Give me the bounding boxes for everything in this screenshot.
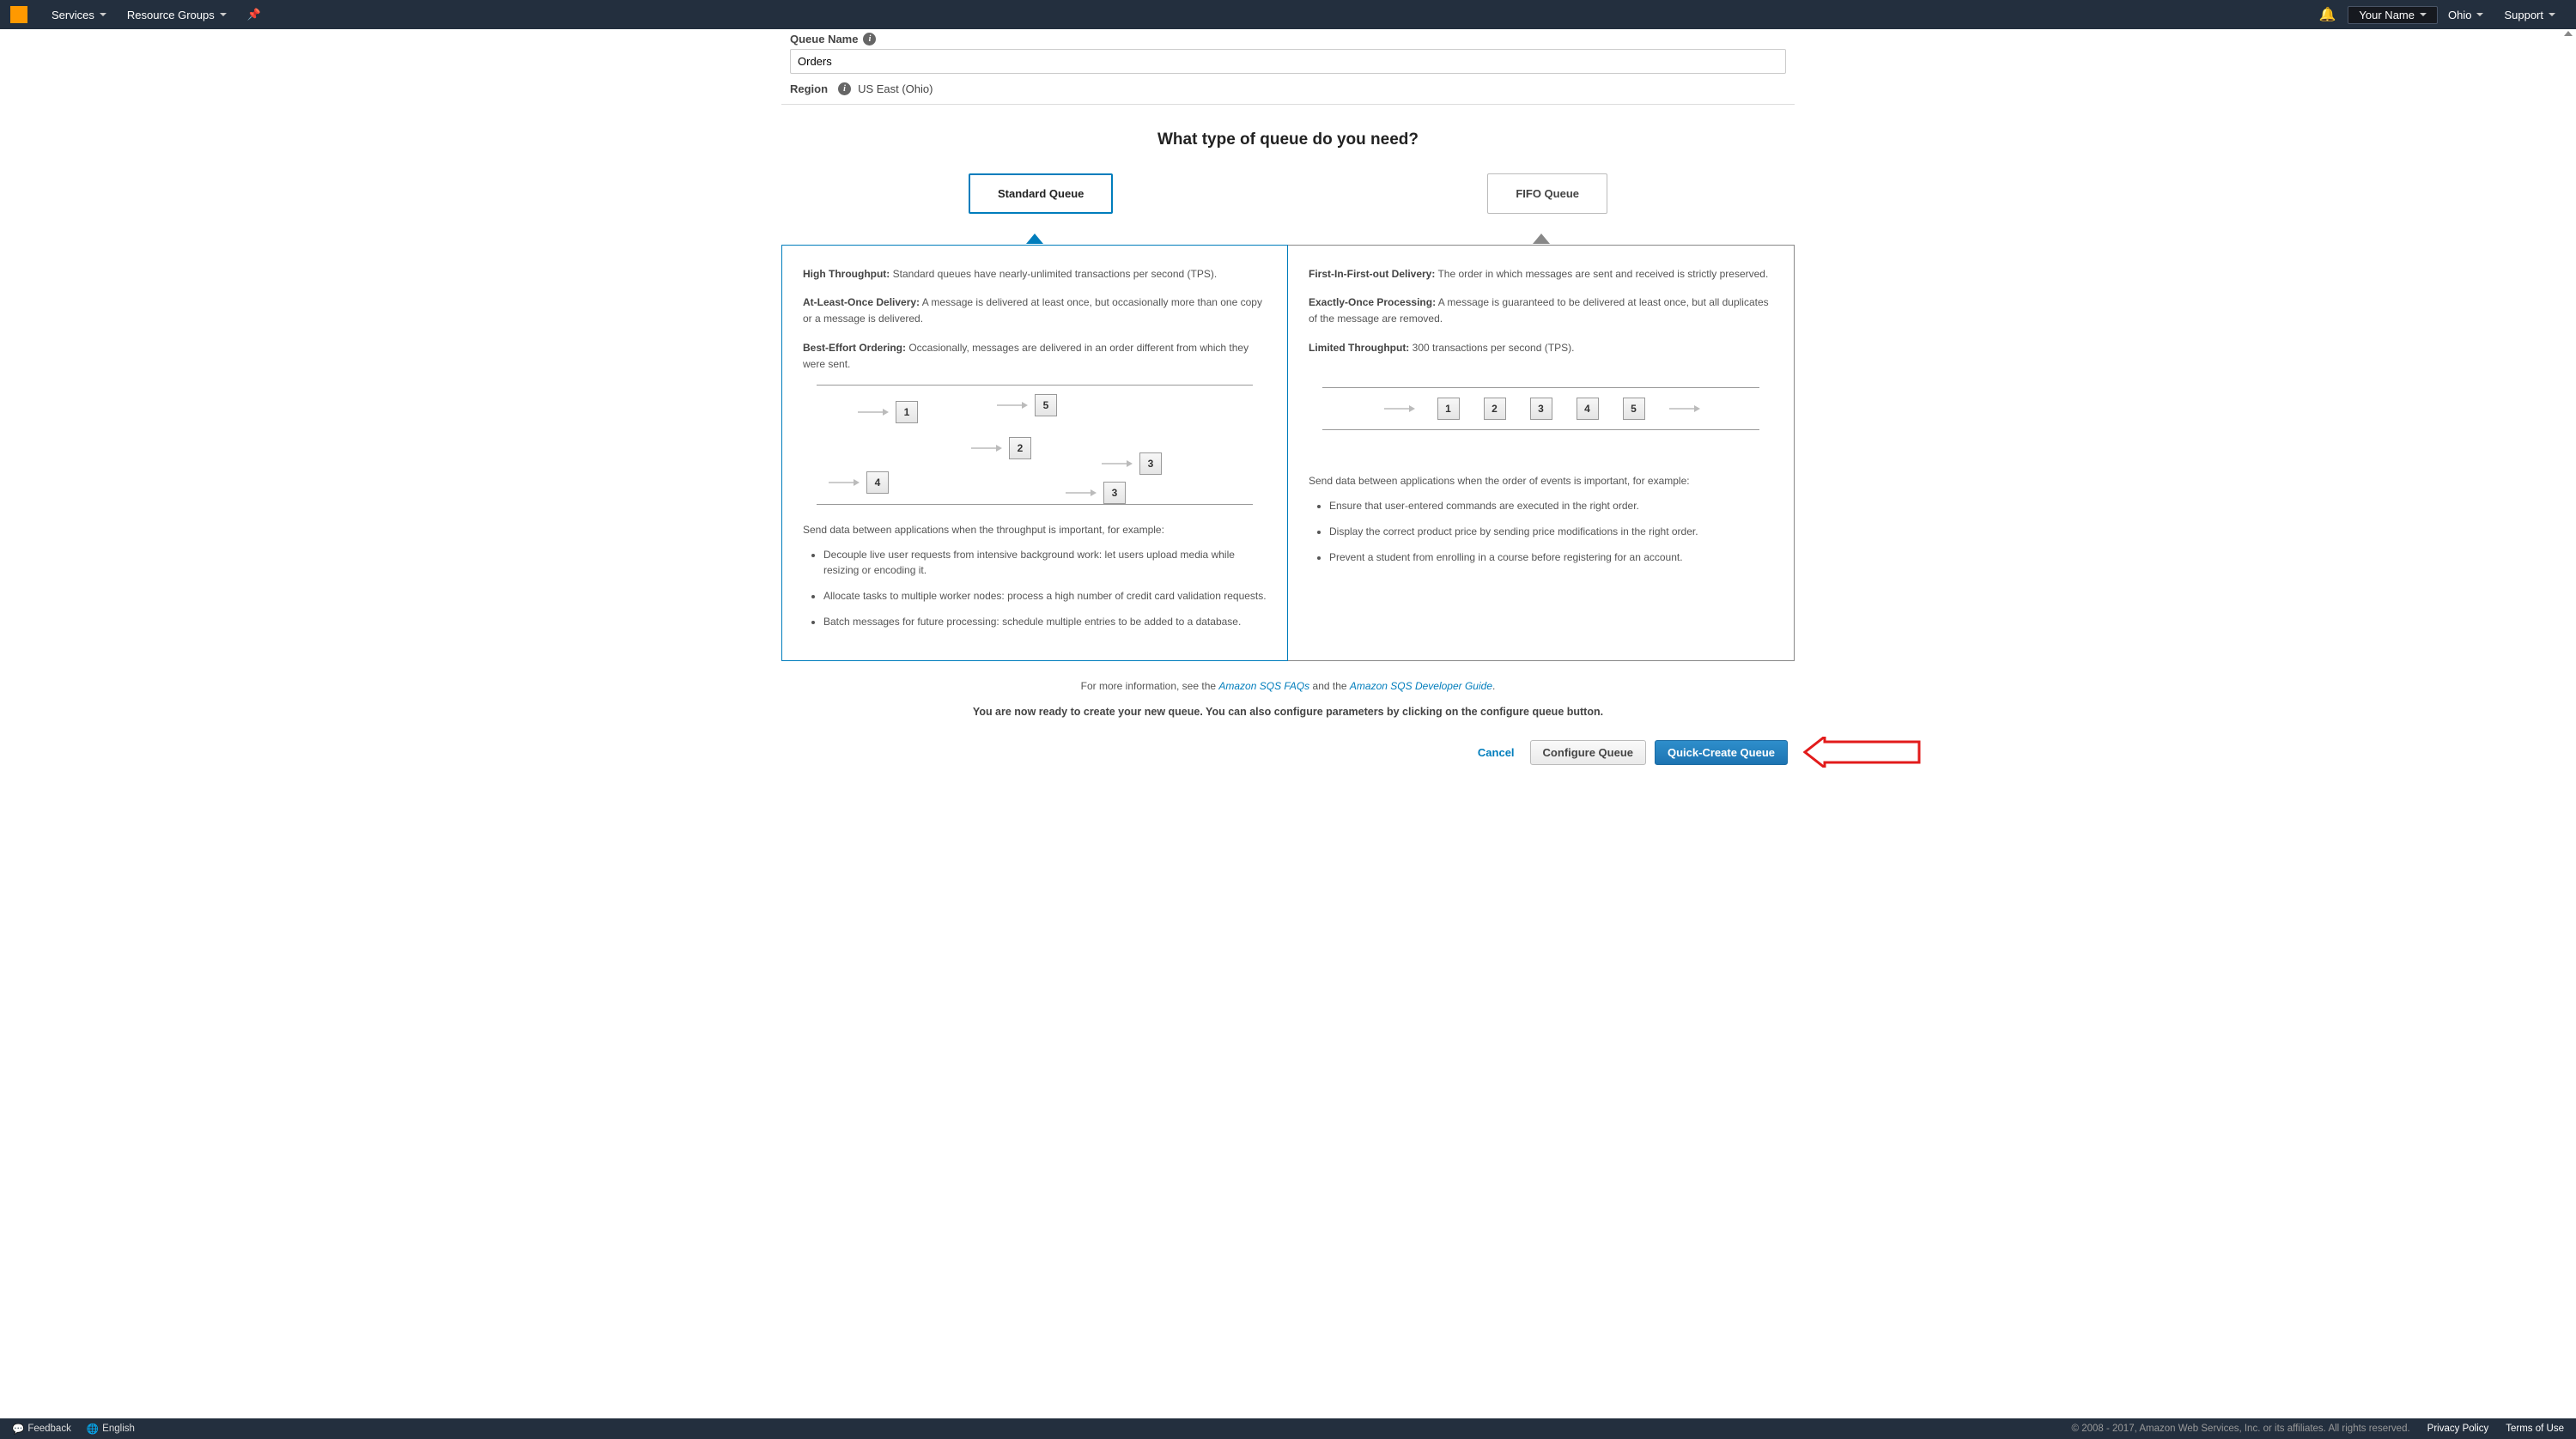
- bottom-bar: 💬 Feedback 🌐 English © 2008 - 2017, Amaz…: [0, 1418, 2576, 1439]
- notifications-icon[interactable]: 🔔: [2307, 6, 2348, 23]
- standard-queue-button[interactable]: Standard Queue: [969, 173, 1113, 214]
- fifo-queue-panel: First-In-First-out Delivery: The order i…: [1288, 245, 1795, 661]
- info-icon[interactable]: i: [863, 33, 876, 46]
- resource-groups-menu[interactable]: Resource Groups: [117, 9, 237, 21]
- feedback-link[interactable]: 💬 Feedback: [12, 1423, 71, 1435]
- chevron-down-icon: [2476, 13, 2483, 16]
- action-buttons: Cancel Configure Queue Quick-Create Queu…: [781, 740, 1795, 765]
- cancel-button[interactable]: Cancel: [1478, 746, 1515, 759]
- configure-queue-button[interactable]: Configure Queue: [1530, 740, 1646, 765]
- region-label: Region: [790, 82, 828, 95]
- standard-queue-panel: High Throughput: Standard queues have ne…: [781, 245, 1288, 661]
- chevron-down-icon: [2549, 13, 2555, 16]
- services-menu[interactable]: Services: [41, 9, 117, 21]
- pointer-icon: [1533, 234, 1550, 244]
- standard-diagram: 1 5 2 3 4 3: [817, 385, 1253, 505]
- aws-logo-icon[interactable]: [10, 6, 27, 23]
- annotation-arrow-icon: [1803, 737, 1923, 768]
- standard-use-cases-list: Decouple live user requests from intensi…: [803, 547, 1267, 629]
- info-icon[interactable]: i: [838, 82, 851, 95]
- chevron-down-icon: [100, 13, 106, 16]
- page-title: What type of queue do you need?: [781, 131, 1795, 149]
- queue-name-label: Queue Name i: [781, 33, 1795, 49]
- ready-message: You are now ready to create your new que…: [781, 706, 1795, 718]
- language-menu[interactable]: 🌐 English: [87, 1423, 135, 1435]
- sqs-faqs-link[interactable]: Amazon SQS FAQs: [1218, 680, 1309, 692]
- fifo-diagram: 1 2 3 4 5: [1322, 387, 1759, 430]
- footer-info: For more information, see the Amazon SQS…: [781, 680, 1795, 692]
- selected-pointer-icon: [1026, 234, 1043, 244]
- terms-of-use-link[interactable]: Terms of Use: [2506, 1424, 2564, 1434]
- region-row: Region i US East (Ohio): [781, 74, 1795, 105]
- copyright-text: © 2008 - 2017, Amazon Web Services, Inc.…: [2072, 1424, 2410, 1434]
- chevron-down-icon: [220, 13, 227, 16]
- support-menu[interactable]: Support: [2494, 9, 2566, 21]
- region-menu[interactable]: Ohio: [2438, 9, 2494, 21]
- sqs-dev-guide-link[interactable]: Amazon SQS Developer Guide: [1350, 680, 1492, 692]
- chevron-down-icon: [2420, 13, 2427, 16]
- scroll-up-indicator: [2564, 31, 2574, 41]
- quick-create-queue-button[interactable]: Quick-Create Queue: [1655, 740, 1788, 765]
- region-value: US East (Ohio): [858, 82, 933, 95]
- fifo-use-cases-list: Ensure that user-entered commands are ex…: [1309, 498, 1773, 565]
- fifo-queue-button[interactable]: FIFO Queue: [1487, 173, 1607, 214]
- privacy-policy-link[interactable]: Privacy Policy: [2427, 1424, 2489, 1434]
- queue-name-input[interactable]: [790, 49, 1786, 74]
- account-menu[interactable]: Your Name: [2348, 6, 2438, 24]
- pin-icon[interactable]: 📌: [237, 8, 271, 21]
- top-nav: Services Resource Groups 📌 🔔 Your Name O…: [0, 0, 2576, 29]
